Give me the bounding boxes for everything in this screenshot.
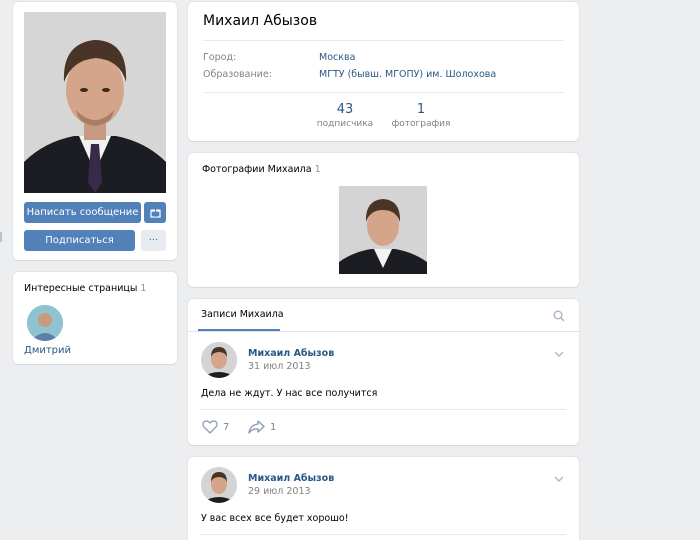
share-icon [248,420,265,434]
write-message-button[interactable]: Написать сообщение [24,202,141,223]
subscribe-button[interactable]: Подписаться [24,230,135,251]
post-author-name[interactable]: Михаил Абызов [248,348,334,359]
post-text: У вас всех все будет хорошо! [201,513,349,524]
interesting-pages-title[interactable]: Интересные страницы 1 [24,283,146,294]
share-count: 1 [270,421,277,433]
profile-info-card: Михаил Абызов Город: Москва Образование:… [188,2,579,141]
education-link[interactable]: МГТУ (бывш. МГОПУ) им. Шолохова [319,69,496,80]
gift-icon [149,209,161,218]
search-icon[interactable] [553,310,565,322]
like-count: 7 [223,421,230,433]
chevron-down-icon[interactable] [553,348,565,360]
subscribe-label: Подписаться [45,235,114,246]
post-author-avatar[interactable] [201,342,237,378]
more-actions-button[interactable]: ··· [141,230,166,251]
info-label: Образование: [203,69,272,80]
post-date[interactable]: 31 июл 2013 [248,361,311,372]
like-button[interactable]: 7 [202,420,229,434]
post-author-avatar-image [201,467,237,503]
interesting-pages-count: 1 [140,283,147,294]
post-author-avatar-image [201,342,237,378]
interesting-pages-card: Интересные страницы 1 Дмитрий [13,272,177,364]
wall-tabs-header: Записи Михаила [188,299,579,332]
followers-counter[interactable]: 43 подписчика [314,102,376,129]
photos-count: 1 [416,102,426,117]
friend-name-link[interactable]: Дмитрий [24,345,71,356]
post-author-name[interactable]: Михаил Абызов [248,473,334,484]
left-edge-marker [0,232,2,242]
share-button[interactable]: 1 [248,420,276,434]
more-dots-icon: ··· [148,235,159,246]
page-title: Михаил Абызов [203,13,318,29]
photos-title-count: 1 [314,164,321,175]
profile-photo[interactable] [24,12,166,193]
photos-title[interactable]: Фотографии Михаила 1 [202,164,321,175]
friend-avatar[interactable] [27,305,63,341]
divider [201,409,566,410]
interesting-pages-title-text: Интересные страницы [24,283,138,294]
post-text: Дела не ждут. У нас все получится [201,388,378,399]
divider [203,40,564,41]
divider [201,534,566,535]
tab-posts[interactable]: Записи Михаила [201,309,284,320]
divider [203,92,564,93]
heart-icon [202,420,218,434]
photos-counter[interactable]: 1 фотография [388,102,454,129]
followers-label: подписчика [316,119,374,129]
photos-card: Фотографии Михаила 1 [188,153,579,287]
followers-count: 43 [336,102,354,117]
post: Михаил Абызов 29 июл 2013 У вас всех все… [188,457,579,540]
photos-title-text: Фотографии Михаила [202,164,312,175]
info-label: Город: [203,52,237,63]
profile-avatar-card: Написать сообщение Подписаться ··· [13,2,177,260]
post-date[interactable]: 29 июл 2013 [248,486,311,497]
friend-avatar-image [27,305,63,341]
profile-photo-image [24,12,166,193]
city-link[interactable]: Москва [319,52,355,63]
photo-thumbnail-image [339,186,427,274]
post: Михаил Абызов 31 июл 2013 Дела не ждут. … [188,332,579,445]
photos-label: фотография [391,119,451,129]
post-author-avatar[interactable] [201,467,237,503]
photo-thumbnail[interactable] [339,186,427,274]
chevron-down-icon[interactable] [553,473,565,485]
gift-button[interactable] [144,202,166,223]
write-message-label: Написать сообщение [26,207,139,218]
